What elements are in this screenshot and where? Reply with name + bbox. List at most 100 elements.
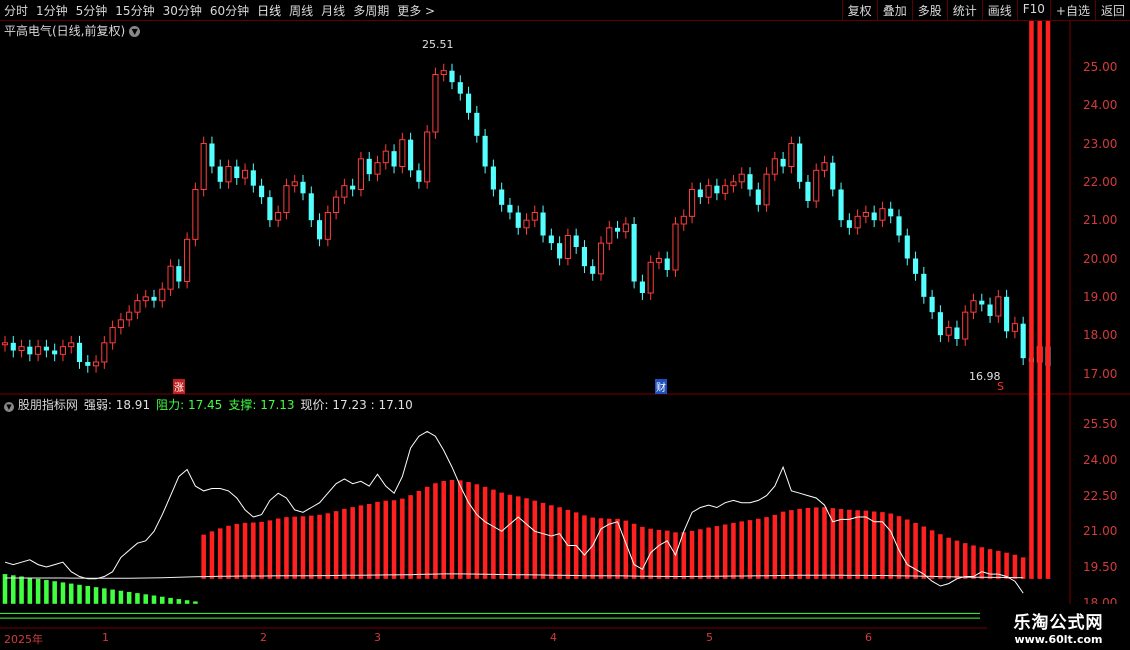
candle-body-80 bbox=[664, 258, 670, 270]
period-tab-1[interactable]: 1分钟 bbox=[36, 2, 68, 19]
baseline-line bbox=[5, 573, 1024, 579]
candle-body-75 bbox=[622, 223, 629, 233]
candle-body-28 bbox=[234, 166, 240, 178]
candle-body-70 bbox=[581, 247, 588, 267]
candle-body-69 bbox=[573, 235, 579, 247]
marker-s: S bbox=[997, 380, 1004, 393]
candle-body-61 bbox=[507, 204, 513, 213]
candle-body-86 bbox=[714, 185, 720, 194]
candle-body-71 bbox=[590, 266, 596, 274]
candle-body-32 bbox=[267, 197, 273, 221]
candle-body-89 bbox=[738, 173, 745, 183]
candle-body-38 bbox=[316, 220, 323, 240]
candle-body-13 bbox=[109, 327, 116, 344]
chart-canvas[interactable] bbox=[0, 21, 1130, 650]
toolbar-button-3[interactable]: 统计 bbox=[946, 0, 982, 20]
period-tab-2[interactable]: 5分钟 bbox=[76, 2, 108, 19]
candle-body-97 bbox=[805, 181, 811, 201]
candle-body-0 bbox=[1, 342, 9, 346]
toolbar-button-4[interactable]: 画线 bbox=[981, 0, 1017, 20]
candle-body-56 bbox=[465, 93, 472, 113]
candle-body-108 bbox=[896, 216, 902, 236]
candle-body-17 bbox=[142, 296, 149, 302]
action-buttons: 复权 叠加 多股 统计 画线 F10 +自选 返回 bbox=[841, 0, 1130, 20]
period-tab-10[interactable]: 更多 > bbox=[397, 2, 435, 19]
time-label-6: 6 bbox=[865, 631, 872, 644]
candle-body-54 bbox=[449, 70, 455, 83]
candle-body-83 bbox=[688, 189, 696, 217]
candle-body-81 bbox=[672, 223, 679, 271]
candle-body-79 bbox=[655, 258, 663, 263]
candle-body-109 bbox=[904, 235, 910, 259]
candle-body-31 bbox=[259, 185, 265, 198]
candle-body-22 bbox=[184, 238, 191, 282]
candle-body-98 bbox=[813, 169, 820, 202]
candle-body-73 bbox=[606, 227, 613, 244]
period-tab-0[interactable]: 分时 bbox=[4, 2, 28, 19]
candle-body-113 bbox=[937, 312, 943, 336]
candle-body-23 bbox=[192, 189, 199, 240]
marker-cai: 财 bbox=[655, 379, 667, 394]
candle-body-34 bbox=[283, 185, 290, 214]
period-tab-9[interactable]: 多周期 bbox=[353, 2, 389, 19]
candle-body-26 bbox=[217, 166, 223, 182]
indicator-tick-2: 22.50 bbox=[1083, 488, 1118, 503]
candle-body-64 bbox=[531, 212, 538, 221]
candle-body-33 bbox=[275, 212, 282, 221]
price-tick-0: 25.00 bbox=[1083, 59, 1118, 74]
candle-body-74 bbox=[614, 227, 621, 232]
indicator-tick-0: 25.50 bbox=[1083, 417, 1118, 432]
candle-body-14 bbox=[117, 319, 124, 329]
candle-body-24 bbox=[200, 143, 207, 190]
candle-body-21 bbox=[176, 266, 182, 282]
toolbar-button-5[interactable]: F10 bbox=[1016, 0, 1050, 20]
period-tab-3[interactable]: 15分钟 bbox=[115, 2, 154, 19]
candle-body-101 bbox=[838, 189, 844, 221]
candle-body-104 bbox=[862, 212, 869, 217]
price-tick-5: 20.00 bbox=[1083, 251, 1118, 266]
candle-body-59 bbox=[490, 166, 496, 190]
time-label-5: 5 bbox=[706, 631, 713, 644]
watermark: 乐淘公式网 www.60lt.com bbox=[987, 604, 1130, 650]
period-tab-4[interactable]: 30分钟 bbox=[163, 2, 202, 19]
price-tick-2: 23.00 bbox=[1083, 136, 1118, 151]
toolbar-button-2[interactable]: 多股 bbox=[911, 0, 947, 20]
candle-body-37 bbox=[308, 193, 314, 221]
candle-body-84 bbox=[697, 189, 703, 198]
candle-body-103 bbox=[854, 215, 861, 229]
candle-body-1 bbox=[10, 342, 16, 351]
candle-body-30 bbox=[250, 170, 256, 186]
candle-body-107 bbox=[888, 208, 894, 217]
candle-body-121 bbox=[1004, 296, 1010, 332]
candle-body-92 bbox=[763, 173, 770, 206]
candle-body-87 bbox=[722, 185, 729, 194]
candle-body-57 bbox=[474, 112, 480, 136]
candle-body-119 bbox=[987, 304, 993, 316]
period-tab-6[interactable]: 日线 bbox=[257, 2, 281, 19]
candle-body-49 bbox=[408, 139, 414, 171]
candle-body-3 bbox=[27, 346, 33, 355]
candle-body-122 bbox=[1011, 323, 1018, 332]
candle-body-68 bbox=[564, 235, 571, 259]
period-tab-5[interactable]: 60分钟 bbox=[210, 2, 249, 19]
candle-body-53 bbox=[440, 70, 447, 76]
toolbar-button-1[interactable]: 叠加 bbox=[876, 0, 912, 20]
toolbar-button-0[interactable]: 复权 bbox=[841, 0, 877, 20]
candle-body-43 bbox=[357, 158, 365, 190]
candle-body-116 bbox=[962, 311, 969, 340]
time-label-2: 2 bbox=[260, 631, 267, 644]
candle-body-114 bbox=[945, 327, 952, 336]
toolbar-button-6[interactable]: +自选 bbox=[1049, 0, 1095, 20]
time-label-3: 3 bbox=[374, 631, 381, 644]
marker-zhang: 涨 bbox=[173, 379, 185, 394]
period-tab-8[interactable]: 月线 bbox=[321, 2, 345, 19]
candle-body-10 bbox=[85, 362, 91, 366]
candle-body-62 bbox=[515, 212, 521, 228]
candle-body-47 bbox=[391, 151, 397, 167]
toolbar-button-7[interactable]: 返回 bbox=[1094, 0, 1130, 20]
period-tab-7[interactable]: 周线 bbox=[289, 2, 313, 19]
price-tick-7: 18.00 bbox=[1083, 328, 1118, 343]
candle-body-5 bbox=[43, 346, 49, 351]
candle-body-11 bbox=[92, 361, 100, 367]
candle-body-55 bbox=[457, 82, 463, 94]
